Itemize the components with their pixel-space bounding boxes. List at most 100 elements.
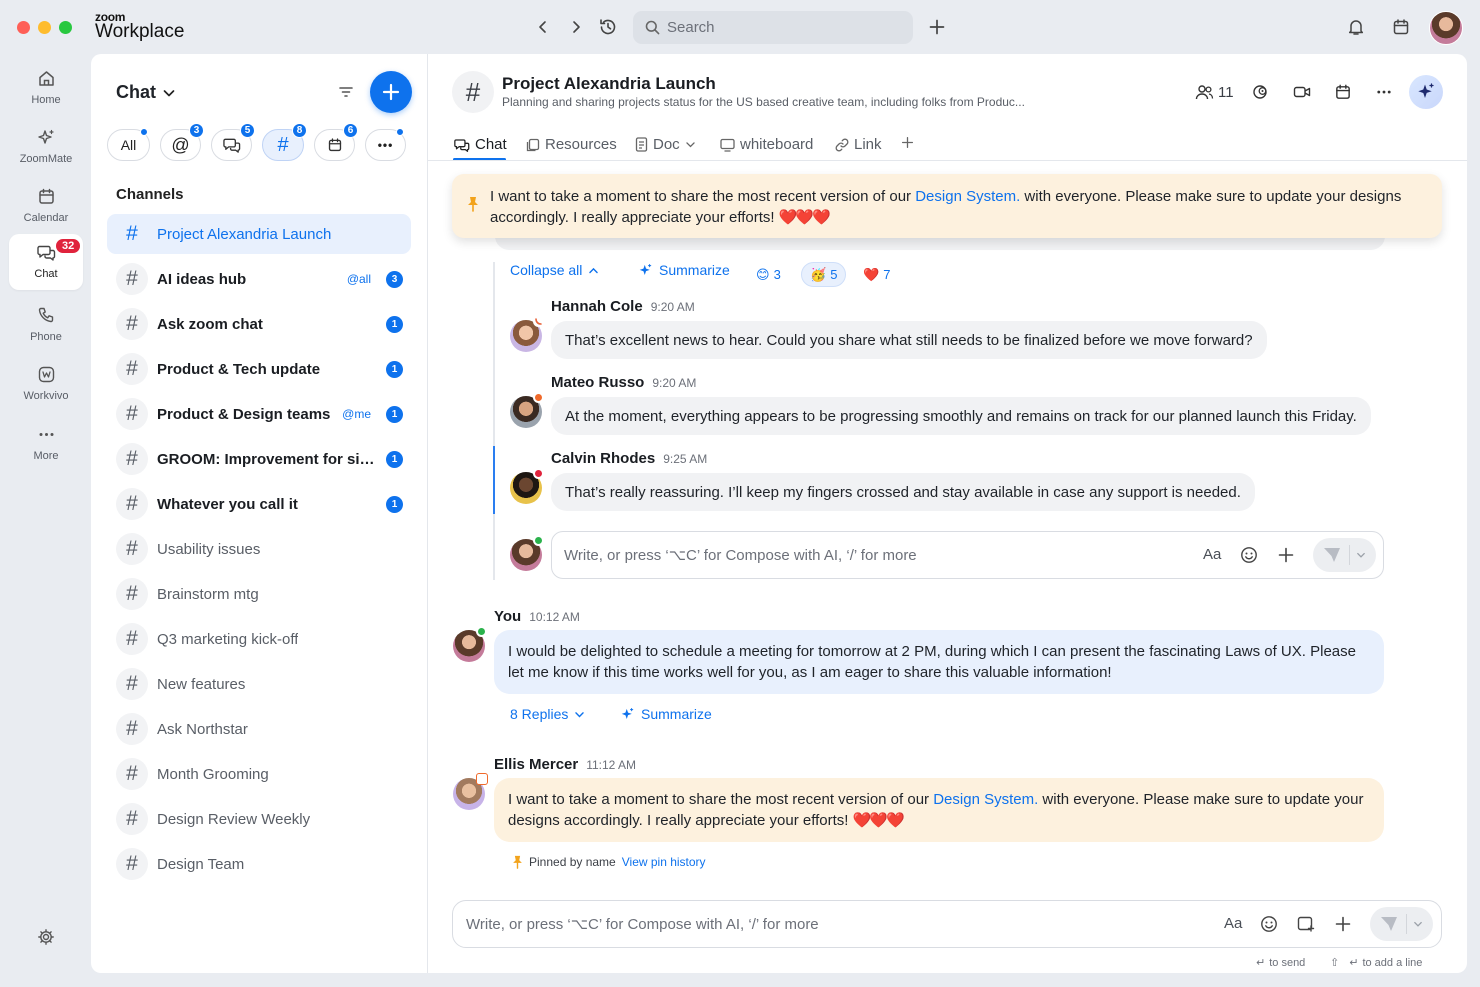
channel-item[interactable]: # Q3 marketing kick-off [107, 619, 411, 659]
more-options-icon[interactable] [1375, 81, 1393, 103]
minimize-window-button[interactable] [38, 21, 51, 34]
huddle-icon[interactable] [1252, 81, 1270, 103]
sender-name[interactable]: Mateo Russo [551, 374, 644, 391]
design-system-link[interactable]: Design System. [915, 188, 1020, 205]
reaction-smile[interactable]: 😊 3 [748, 262, 789, 287]
sidebar-title-dropdown[interactable]: Chat [116, 82, 176, 103]
channel-item[interactable]: # AI ideas hub @all 3 [107, 259, 411, 299]
message-bubble[interactable]: I would be delighted to schedule a meeti… [494, 630, 1384, 694]
video-call-icon[interactable] [1293, 81, 1311, 103]
add-tab-icon[interactable] [901, 136, 914, 149]
channel-item[interactable]: # Design Review Weekly [107, 799, 411, 839]
message-bubble[interactable]: That’s really reassuring. I’ll keep my f… [551, 473, 1255, 511]
pinned-message-banner[interactable]: I want to take a moment to share the mos… [452, 174, 1442, 238]
filter-channels[interactable]: # 8 [262, 123, 307, 161]
channel-item[interactable]: # Brainstorm mtg [107, 574, 411, 614]
rail-more[interactable]: More [9, 416, 83, 472]
view-pin-history-link[interactable]: View pin history [622, 855, 706, 869]
rail-zoommate[interactable]: ZoomMate [9, 119, 83, 175]
ai-companion-button[interactable] [1409, 75, 1443, 109]
sender-name[interactable]: You [494, 608, 521, 625]
filter-meetings[interactable]: 6 [314, 123, 358, 161]
tab-resources[interactable]: Resources [526, 136, 617, 153]
send-hint: ↵ to send [1256, 956, 1305, 970]
sender-name[interactable]: Ellis Mercer [494, 756, 578, 773]
tab-doc[interactable]: Doc [635, 136, 696, 153]
home-icon [38, 71, 54, 86]
tab-whiteboard[interactable]: whiteboard [720, 136, 813, 153]
message-bubble[interactable]: That’s excellent news to hear. Could you… [551, 321, 1267, 359]
channel-item[interactable]: # Product & Tech update 1 [107, 349, 411, 389]
send-button[interactable] [1313, 538, 1376, 572]
status-online-badge [533, 535, 544, 546]
send-button[interactable] [1370, 907, 1433, 941]
emoji-icon[interactable] [1240, 546, 1258, 564]
zoom-window-button[interactable] [59, 21, 72, 34]
rail-home[interactable]: Home [9, 60, 83, 116]
settings-gear-icon[interactable] [37, 928, 55, 946]
close-window-button[interactable] [17, 21, 30, 34]
rail-phone[interactable]: Phone [9, 297, 83, 353]
notifications-bell-icon[interactable] [1345, 16, 1367, 38]
format-text-button[interactable]: Aa [1224, 915, 1242, 932]
emoji-icon[interactable] [1260, 915, 1278, 933]
rail-chat[interactable]: Chat 32 [9, 234, 83, 290]
channel-item[interactable]: # GROOM: Improvement for sidebar 1 [107, 439, 411, 479]
pinned-info: Pinned by name View pin history [512, 855, 706, 869]
channel-item[interactable]: # Ask zoom chat 1 [107, 304, 411, 344]
sender-name[interactable]: Hannah Cole [551, 298, 643, 315]
channel-title[interactable]: Project Alexandria Launch [502, 74, 716, 94]
message-composer[interactable]: Write, or press ‘⌥C’ for Compose with AI… [452, 900, 1442, 948]
channel-item[interactable]: # Project Alexandria Launch [107, 214, 411, 254]
hash-icon: # [116, 353, 148, 385]
schedule-meeting-icon[interactable] [1334, 81, 1352, 103]
phone-icon [38, 307, 53, 323]
channel-item[interactable]: # New features [107, 664, 411, 704]
hash-icon: # [116, 848, 148, 880]
tab-whiteboard-label: whiteboard [740, 136, 814, 153]
format-text-button[interactable]: Aa [1203, 546, 1221, 563]
replies-toggle[interactable]: 8 Replies [510, 706, 585, 722]
ai-sparkle-icon [621, 707, 634, 719]
calendar-status-icon[interactable] [1390, 16, 1412, 38]
design-system-link[interactable]: Design System. [933, 791, 1038, 808]
history-icon[interactable] [597, 16, 619, 38]
attach-plus-icon[interactable] [1335, 916, 1351, 932]
rail-workvivo[interactable]: Workvivo [9, 356, 83, 412]
members-button[interactable]: 11 [1195, 81, 1234, 103]
forward-icon[interactable] [565, 16, 587, 38]
thread-reply-input[interactable]: Write, or press ‘⌥C’ for Compose with AI… [551, 531, 1384, 579]
sender-name[interactable]: Calvin Rhodes [551, 450, 655, 467]
filter-all[interactable]: All [107, 128, 150, 161]
reaction-heart[interactable]: ❤️ 7 [855, 262, 898, 287]
summarize-button[interactable]: Summarize [620, 706, 712, 722]
profile-avatar[interactable] [1429, 11, 1463, 45]
channel-item[interactable]: # Product & Design teams @me 1 [107, 394, 411, 434]
channel-name: Whatever you call it [157, 495, 298, 513]
filter-mentions[interactable]: @ 3 [160, 123, 204, 161]
summarize-label: Summarize [641, 706, 712, 722]
new-chat-button[interactable] [370, 71, 412, 113]
search-bar[interactable]: Search [633, 11, 913, 44]
message-bubble[interactable]: At the moment, everything appears to be … [551, 397, 1371, 435]
channel-item[interactable]: # Whatever you call it 1 [107, 484, 411, 524]
filter-sort-icon[interactable] [338, 84, 354, 100]
tab-chat[interactable]: Chat [454, 136, 507, 153]
channel-item[interactable]: # Usability issues [107, 529, 411, 569]
attach-plus-icon[interactable] [1278, 547, 1294, 563]
reaction-party[interactable]: 🥳 5 [801, 262, 847, 287]
filter-chats[interactable]: 5 [211, 123, 255, 161]
message-header: Ellis Mercer 11:12 AM [494, 756, 636, 773]
channel-item[interactable]: # Ask Northstar [107, 709, 411, 749]
message-bubble[interactable]: I want to take a moment to share the mos… [494, 778, 1384, 842]
new-action-icon[interactable] [926, 16, 948, 38]
rail-calendar[interactable]: Calendar [9, 178, 83, 234]
screenshot-icon[interactable] [1297, 915, 1315, 933]
filter-more[interactable]: ••• [365, 128, 406, 161]
tab-link[interactable]: Link [835, 136, 882, 153]
summarize-thread-button[interactable]: Summarize [638, 262, 730, 278]
back-icon[interactable] [532, 16, 554, 38]
channel-item[interactable]: # Month Grooming [107, 754, 411, 794]
channel-item[interactable]: # Design Team [107, 844, 411, 884]
collapse-all-button[interactable]: Collapse all [510, 262, 599, 278]
